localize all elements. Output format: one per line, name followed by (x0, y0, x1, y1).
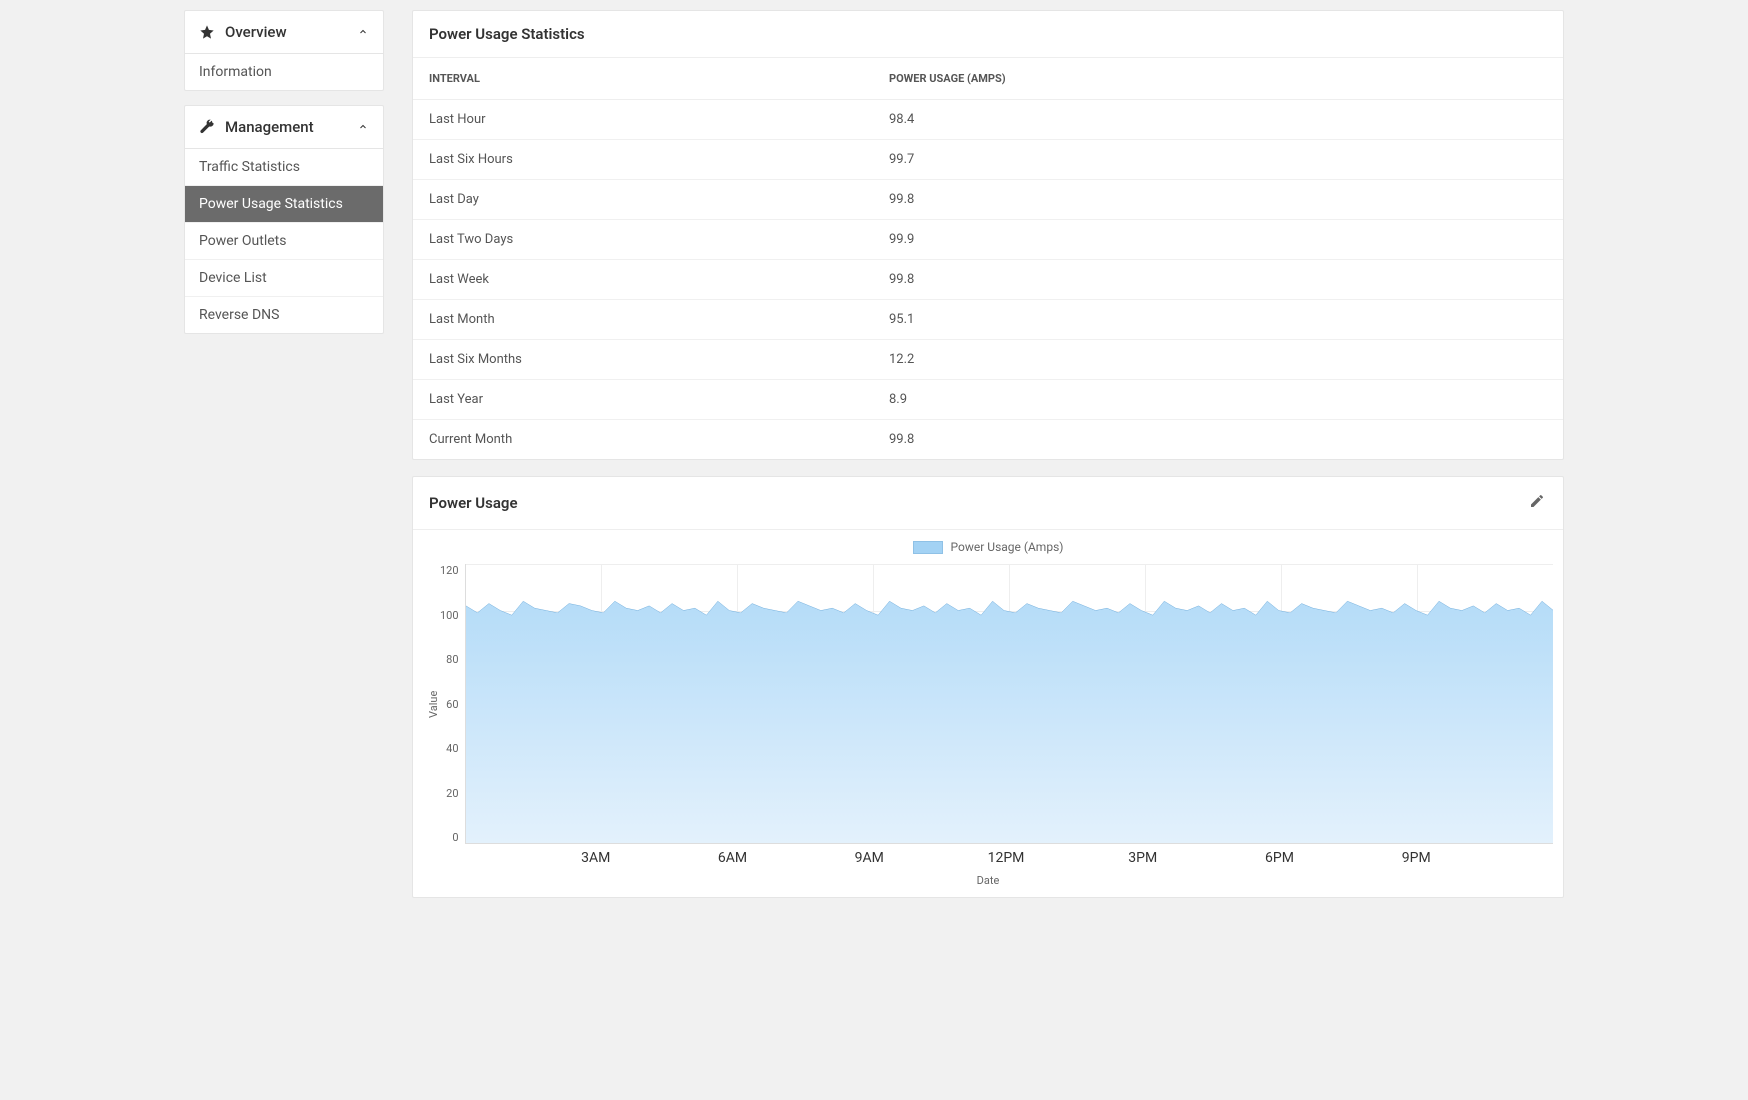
y-axis-label: Value (423, 564, 440, 844)
x-axis-ticks: 3AM 6AM 9AM 12PM 3PM 6PM 9PM (459, 850, 1553, 866)
legend-swatch (913, 541, 943, 554)
chevron-up-icon (357, 121, 369, 133)
x-tick: 3PM (1128, 850, 1157, 866)
main-content: Power Usage Statistics INTERVAL POWER US… (412, 10, 1564, 914)
table-row: Last Six Months12.2 (413, 340, 1563, 380)
y-axis-ticks: 120 100 80 60 40 20 0 (440, 564, 465, 844)
chart-plot[interactable] (465, 564, 1553, 844)
cell-usage: 99.8 (873, 260, 1563, 300)
sidebar-item-label: Reverse DNS (199, 307, 279, 323)
sidebar-panel-management: Management Traffic Statistics Power Usag… (184, 105, 384, 334)
stats-card-header: Power Usage Statistics (413, 11, 1563, 58)
y-tick: 80 (440, 653, 459, 666)
cell-usage: 98.4 (873, 100, 1563, 140)
cell-interval: Last Year (413, 380, 873, 420)
chart-card-title: Power Usage (429, 494, 518, 512)
sidebar-item-device-list[interactable]: Device List (185, 260, 383, 297)
table-row: Last Week99.8 (413, 260, 1563, 300)
sidebar-item-information[interactable]: Information (185, 54, 383, 90)
table-row: Last Two Days99.9 (413, 220, 1563, 260)
x-tick: 6PM (1265, 850, 1294, 866)
table-row: Last Month95.1 (413, 300, 1563, 340)
y-tick: 0 (440, 831, 459, 844)
sidebar-item-power-usage-statistics[interactable]: Power Usage Statistics (185, 186, 383, 223)
cell-usage: 99.8 (873, 420, 1563, 460)
cell-usage: 95.1 (873, 300, 1563, 340)
sidebar-item-label: Information (199, 64, 272, 80)
chart-body: Power Usage (Amps) Value 120 100 80 60 40 20 0… (413, 530, 1563, 897)
stats-card: Power Usage Statistics INTERVAL POWER US… (412, 10, 1564, 460)
y-tick: 60 (440, 698, 459, 711)
cell-usage: 8.9 (873, 380, 1563, 420)
x-tick: 12PM (988, 850, 1025, 866)
col-interval: INTERVAL (413, 58, 873, 100)
stats-table: INTERVAL POWER USAGE (AMPS) Last Hour98.… (413, 58, 1563, 459)
y-tick: 120 (440, 564, 459, 577)
x-tick: 3AM (581, 850, 610, 866)
sidebar-item-label: Device List (199, 270, 267, 286)
table-row: Current Month99.8 (413, 420, 1563, 460)
sidebar-header-overview[interactable]: Overview (185, 11, 383, 54)
chart-card-header: Power Usage (413, 477, 1563, 530)
cell-interval: Last Week (413, 260, 873, 300)
cell-interval: Last Hour (413, 100, 873, 140)
edit-chart-button[interactable] (1527, 491, 1547, 515)
cell-interval: Last Six Months (413, 340, 873, 380)
chart-card: Power Usage Power Usage (Amps) Value 120… (412, 476, 1564, 898)
sidebar-item-power-outlets[interactable]: Power Outlets (185, 223, 383, 260)
sidebar: Overview Information Management Traffic … (184, 10, 384, 914)
cell-interval: Current Month (413, 420, 873, 460)
col-usage: POWER USAGE (AMPS) (873, 58, 1563, 100)
wrench-icon (199, 119, 215, 135)
table-row: Last Day99.8 (413, 180, 1563, 220)
x-axis-label: Date (423, 866, 1553, 887)
x-tick: 9PM (1402, 850, 1431, 866)
sidebar-item-reverse-dns[interactable]: Reverse DNS (185, 297, 383, 333)
chart-legend: Power Usage (Amps) (423, 536, 1553, 564)
y-tick: 20 (440, 787, 459, 800)
sidebar-item-label: Power Usage Statistics (199, 196, 343, 212)
cell-usage: 99.7 (873, 140, 1563, 180)
cell-interval: Last Two Days (413, 220, 873, 260)
sidebar-item-label: Power Outlets (199, 233, 286, 249)
x-tick: 6AM (718, 850, 747, 866)
cell-usage: 99.9 (873, 220, 1563, 260)
pencil-icon (1529, 493, 1545, 509)
cell-usage: 99.8 (873, 180, 1563, 220)
sidebar-title-overview: Overview (225, 23, 287, 41)
x-tick: 9AM (855, 850, 884, 866)
table-row: Last Hour98.4 (413, 100, 1563, 140)
sidebar-item-traffic-statistics[interactable]: Traffic Statistics (185, 149, 383, 186)
y-tick: 100 (440, 609, 459, 622)
chart-area: Value 120 100 80 60 40 20 0 (423, 564, 1553, 844)
sidebar-title-management: Management (225, 118, 314, 136)
cell-interval: Last Month (413, 300, 873, 340)
stats-card-title: Power Usage Statistics (429, 25, 585, 43)
legend-label: Power Usage (Amps) (951, 540, 1064, 554)
sidebar-header-management[interactable]: Management (185, 106, 383, 149)
y-tick: 40 (440, 742, 459, 755)
table-row: Last Six Hours99.7 (413, 140, 1563, 180)
cell-usage: 12.2 (873, 340, 1563, 380)
cell-interval: Last Six Hours (413, 140, 873, 180)
cell-interval: Last Day (413, 180, 873, 220)
table-row: Last Year8.9 (413, 380, 1563, 420)
sidebar-panel-overview: Overview Information (184, 10, 384, 91)
star-icon (199, 24, 215, 40)
chevron-up-icon (357, 26, 369, 38)
sidebar-item-label: Traffic Statistics (199, 159, 300, 175)
